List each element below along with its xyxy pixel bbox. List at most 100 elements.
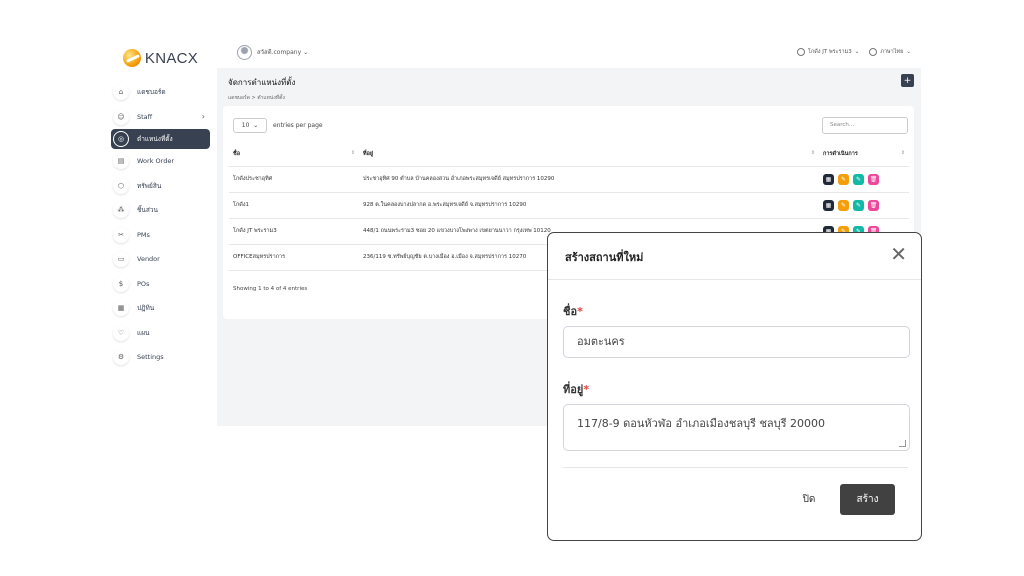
delete-icon[interactable]: 🗑 [868, 199, 879, 211]
view-icon[interactable]: ▦ [823, 173, 834, 185]
header-label: ที่อยู่ [363, 150, 374, 157]
parts-icon: ⁂ [113, 202, 129, 219]
column-header-address[interactable]: ที่อยู่ ⇕ [359, 142, 819, 167]
logo-icon [122, 49, 141, 67]
edit-icon[interactable]: ✎ [838, 199, 849, 211]
sidebar-item-8[interactable]: $ POs [104, 272, 217, 297]
close-icon[interactable]: ✕ [890, 244, 907, 264]
avatar[interactable] [237, 44, 252, 60]
entries-control: 10 ⌄ entries per page [233, 118, 323, 133]
entries-value: 10 [241, 122, 250, 129]
create-location-modal: สร้างสถานที่ใหม่ ✕ ชื่อ* อมตะนคร ที่อยู่… [547, 232, 922, 541]
map-icon[interactable]: ✎ [853, 199, 864, 211]
resize-handle-icon[interactable] [899, 440, 906, 447]
required-mark: * [577, 305, 583, 318]
branch-name: โกดัง JT พระราม3 [808, 49, 852, 55]
address-textarea[interactable]: 117/8-9 ดอนหัวฬ่อ อำเภอเมืองชลบุรี ชลบุร… [563, 404, 910, 451]
gear-icon: ⚙ [113, 349, 129, 366]
cell-name: โกดังประชาอุทิศ [229, 166, 359, 193]
sidebar-item-label: แดชบอร์ด [137, 88, 166, 97]
add-location-button[interactable]: + [901, 74, 914, 87]
close-button[interactable]: ปิด [784, 484, 834, 514]
map-icon[interactable]: ✎ [853, 173, 864, 185]
sidebar-item-label: ปฏิทิน [137, 304, 155, 313]
row-actions: ▦ ✎ ✎ 🗑 [823, 173, 905, 185]
modal-title: สร้างสถานที่ใหม่ [565, 251, 644, 264]
sidebar-item-10[interactable]: ♡ แผน [104, 321, 217, 346]
sidebar-item-5[interactable]: ⁂ ชิ้นส่วน [104, 198, 217, 223]
breadcrumb[interactable]: แดชบอร์ด > ตำแหน่งที่ตั้ง [228, 94, 295, 102]
chevron-down-icon: ⌄ [303, 49, 309, 56]
language-selector[interactable]: ภาษาไทย ⌄ [869, 48, 911, 56]
sidebar-item-1[interactable]: ☺ Staff › [104, 105, 217, 130]
users-icon: ☺ [113, 108, 129, 125]
tools-icon: ✂ [113, 226, 129, 243]
asset-icon: ⬡ [113, 177, 129, 194]
calendar-icon: ▦ [113, 300, 129, 317]
cell-name: โกดัง1 [229, 192, 359, 219]
cell-address: ประชาอุทิศ 90 ตำบล บ้านคลองสวน อำเภอพระส… [359, 166, 819, 193]
target-icon [797, 48, 805, 56]
sidebar-item-0[interactable]: ⌂ แดชบอร์ด [104, 80, 217, 105]
page-title: จัดการตำแหน่งที่ตั้ง [228, 78, 296, 87]
edit-icon[interactable]: ✎ [838, 173, 849, 185]
name-input[interactable]: อมตะนคร [563, 326, 910, 358]
entries-label: entries per page [273, 122, 323, 129]
sidebar-item-11[interactable]: ⚙ Settings [104, 345, 217, 370]
cell-name: OFFICEสมุทรปราการ [229, 244, 359, 271]
branch-selector[interactable]: โกดัง JT พระราม3 ⌄ [797, 48, 859, 56]
header-label: การดำเนินการ [823, 150, 858, 157]
chevron-right-icon: › [201, 112, 205, 122]
column-header-name[interactable]: ชื่อ ⇕ [229, 142, 359, 167]
company-selector[interactable]: สวัสดี.company ⌄ [257, 47, 308, 57]
sidebar-item-label: PMs [137, 230, 150, 239]
sort-icon: ⇕ [810, 149, 815, 156]
cell-actions: ▦ ✎ ✎ 🗑 [819, 192, 909, 219]
cell-address: 928 ต.ในคลองบางปลากด อ.พระสมุทรเจดีย์ จ.… [359, 192, 819, 219]
sidebar-item-label: แผน [137, 328, 150, 337]
delete-icon[interactable]: 🗑 [868, 173, 879, 185]
table-header-row: ชื่อ ⇕ ที่อยู่ ⇕ การดำเนินการ ⇕ [229, 142, 909, 167]
company-name: สวัสดี.company [257, 49, 302, 56]
topbar: สวัสดี.company ⌄ โกดัง JT พระราม3 ⌄ ภาษา… [217, 36, 921, 68]
sidebar-item-2[interactable]: ◎ ตำแหน่งที่ตั้ง [111, 129, 210, 149]
search-input[interactable]: Search... [822, 117, 908, 134]
table-row[interactable]: โกดังประชาอุทิศ ประชาอุทิศ 90 ตำบล บ้านคล… [229, 166, 909, 193]
sidebar-item-label: Staff [137, 112, 153, 121]
modal-header-divider [548, 279, 921, 280]
sidebar-item-4[interactable]: ⬡ ทรัพย์สิน [104, 174, 217, 199]
name-label-text: ชื่อ [563, 305, 578, 318]
sidebar-item-label: Work Order [137, 157, 174, 166]
sidebar-item-3[interactable]: ▤ Work Order [104, 149, 217, 174]
globe-icon [869, 48, 878, 56]
sidebar-item-label: ทรัพย์สิน [137, 181, 162, 190]
table-row[interactable]: โกดัง1 928 ต.ในคลองบางปลากด อ.พระสมุทรเจด… [229, 192, 909, 219]
language-label: ภาษาไทย [880, 49, 904, 55]
sort-icon: ⇕ [900, 149, 905, 156]
logo-text: KNACX [144, 49, 199, 67]
address-label-text: ที่อยู่ [563, 383, 584, 396]
chevron-down-icon: ⌄ [906, 49, 911, 55]
view-icon[interactable]: ▦ [823, 199, 834, 211]
plan-icon: ♡ [113, 324, 129, 341]
chevron-down-icon: ⌄ [253, 122, 259, 129]
location-icon: ◎ [113, 131, 129, 147]
vendor-icon: ▭ [113, 251, 129, 268]
column-header-actions[interactable]: การดำเนินการ ⇕ [819, 142, 909, 167]
sidebar-item-7[interactable]: ▭ Vendor [104, 247, 217, 272]
required-mark: * [583, 383, 590, 396]
entries-per-page-select[interactable]: 10 ⌄ [233, 118, 267, 133]
create-button[interactable]: สร้าง [840, 484, 895, 515]
sort-icon: ⇕ [350, 149, 355, 156]
chevron-down-icon: ⌄ [854, 49, 860, 55]
page-header: จัดการตำแหน่งที่ตั้ง แดชบอร์ด > ตำแหน่งท… [228, 76, 295, 102]
modal-footer-divider [563, 467, 908, 468]
table-info: Showing 1 to 4 of 4 entries [233, 286, 308, 292]
sidebar-item-6[interactable]: ✂ PMs [104, 223, 217, 248]
sidebar-item-label: POs [137, 279, 150, 288]
home-icon: ⌂ [113, 84, 129, 101]
sidebar-item-label: Settings [137, 353, 164, 362]
brand-logo[interactable]: KNACX [104, 40, 217, 76]
clipboard-icon: ▤ [113, 153, 129, 170]
sidebar-item-9[interactable]: ▦ ปฏิทิน [104, 296, 217, 321]
